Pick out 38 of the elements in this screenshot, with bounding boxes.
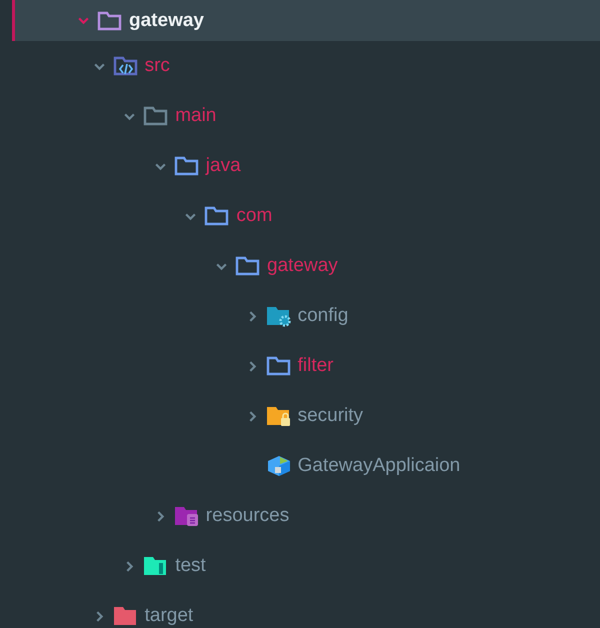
tree-item-label: GatewayApplicaion <box>298 455 460 477</box>
tree-item[interactable]: com <box>0 191 600 241</box>
tree-item[interactable]: filter <box>0 341 600 391</box>
lock-folder-icon <box>266 405 292 427</box>
tree-item[interactable]: target <box>0 591 600 628</box>
folder-icon <box>204 205 230 227</box>
tree-item[interactable]: GatewayApplicaion <box>0 441 600 491</box>
tree-item[interactable]: main <box>0 91 600 141</box>
tree-item[interactable]: java <box>0 141 600 191</box>
tree-item-label: target <box>144 605 194 627</box>
tree-item[interactable]: gateway <box>0 241 600 291</box>
tree-item-label: test <box>175 555 206 577</box>
tree-item-label: java <box>206 155 241 177</box>
tree-item[interactable]: test <box>0 541 600 591</box>
tree-item-label: gateway <box>129 10 204 32</box>
document-folder-icon <box>174 505 200 527</box>
tree-item-label: main <box>175 105 216 127</box>
folder-icon <box>112 605 139 627</box>
folder-icon <box>97 10 123 32</box>
tree-item-label: security <box>298 405 364 427</box>
folder-icon <box>143 105 170 127</box>
tree-item[interactable]: resources <box>0 491 600 541</box>
tree-item-label: resources <box>206 505 290 527</box>
folder-icon <box>174 155 200 177</box>
tree-item[interactable]: src <box>0 41 600 91</box>
gear-folder-icon <box>266 305 292 327</box>
tree-item[interactable]: security <box>0 391 600 441</box>
cube-icon <box>266 455 292 477</box>
tree-item-label: com <box>236 205 272 227</box>
folder-icon <box>235 255 261 277</box>
tree-item-label: config <box>298 305 348 327</box>
folder-icon <box>266 355 292 377</box>
tree-item[interactable]: config <box>0 291 600 341</box>
tree-item[interactable]: gateway <box>12 0 600 41</box>
tree-item-label: src <box>144 55 170 77</box>
tree-item-label: filter <box>298 355 334 377</box>
tree-item-label: gateway <box>267 255 338 277</box>
code-folder-icon <box>112 55 139 77</box>
